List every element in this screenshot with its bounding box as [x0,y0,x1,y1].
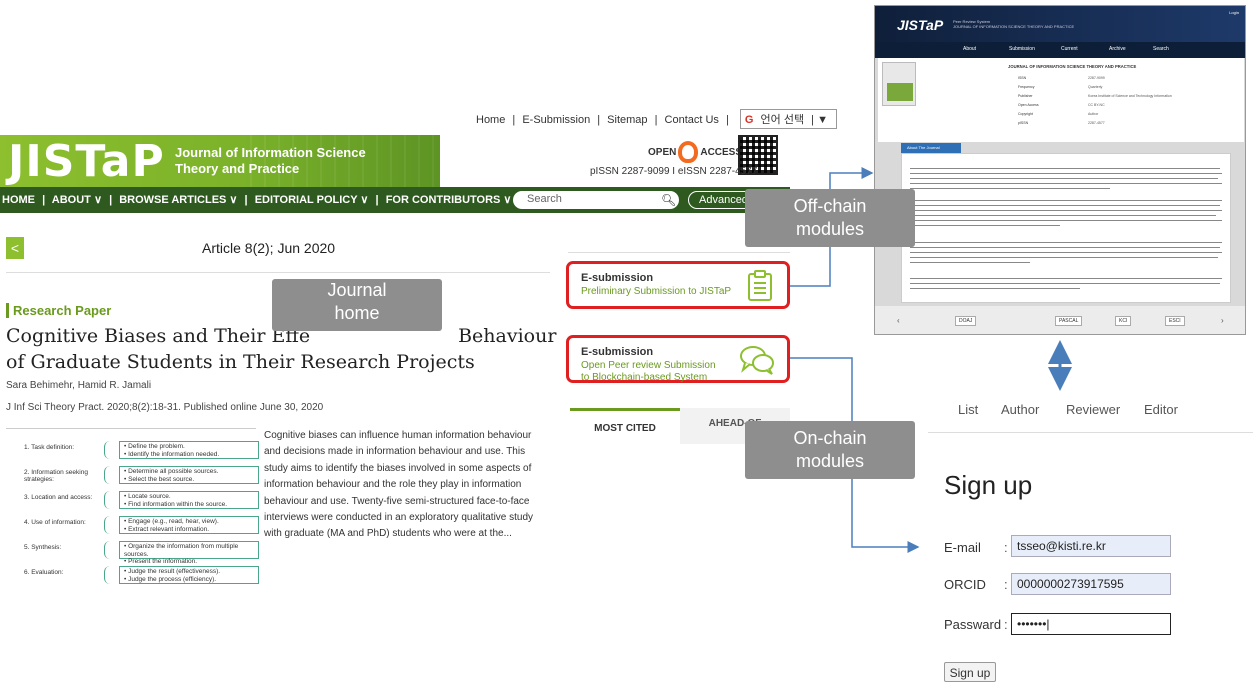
connector-arrows [790,167,1072,553]
on-chain-modules-label: On-chain modules [745,421,915,479]
journal-home-label: Journal home [272,279,442,331]
off-chain-modules-label: Off-chain modules [745,189,915,247]
